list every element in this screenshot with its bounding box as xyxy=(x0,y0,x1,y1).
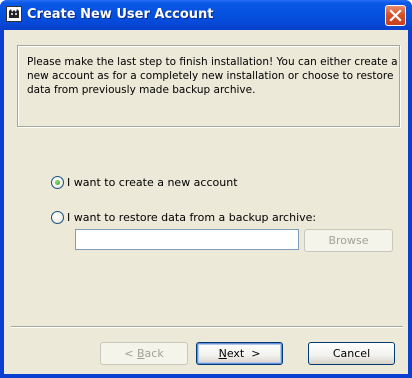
dialog-window: Create New User Account Please make the … xyxy=(0,0,412,378)
info-panel: Please make the last step to finish inst… xyxy=(17,45,400,127)
new-account-radio[interactable] xyxy=(51,176,64,189)
close-icon xyxy=(389,9,402,22)
new-account-label[interactable]: I want to create a new account xyxy=(67,176,238,189)
browse-button[interactable]: Browse xyxy=(304,229,393,252)
title-bar[interactable]: Create New User Account xyxy=(0,0,412,30)
browse-label: Browse xyxy=(328,234,369,247)
cancel-button[interactable]: Cancel xyxy=(308,342,395,365)
back-button[interactable]: < Back xyxy=(100,342,188,365)
back-mnemonic: B xyxy=(137,347,145,360)
app-icon[interactable] xyxy=(6,6,22,22)
restore-label[interactable]: I want to restore data from a backup arc… xyxy=(67,211,316,224)
back-rest: ack xyxy=(144,347,164,360)
next-button[interactable]: Next > xyxy=(196,342,283,365)
cancel-label: Cancel xyxy=(332,347,371,360)
window-title: Create New User Account xyxy=(27,7,214,22)
window-frame-bottom xyxy=(0,374,412,378)
restore-radio[interactable] xyxy=(51,211,64,224)
separator xyxy=(11,326,403,328)
backup-path-input[interactable] xyxy=(75,229,299,250)
new-account-option[interactable]: I want to create a new account xyxy=(51,176,238,189)
next-mnemonic: N xyxy=(218,347,227,360)
info-text: Please make the last step to finish inst… xyxy=(27,56,398,96)
close-button[interactable] xyxy=(385,5,406,26)
restore-option[interactable]: I want to restore data from a backup arc… xyxy=(51,211,316,224)
dialog-content: Please make the last step to finish inst… xyxy=(4,30,408,374)
next-rest: ext > xyxy=(226,347,261,360)
back-prefix: < xyxy=(124,347,137,360)
radio-selected-dot xyxy=(55,180,60,185)
